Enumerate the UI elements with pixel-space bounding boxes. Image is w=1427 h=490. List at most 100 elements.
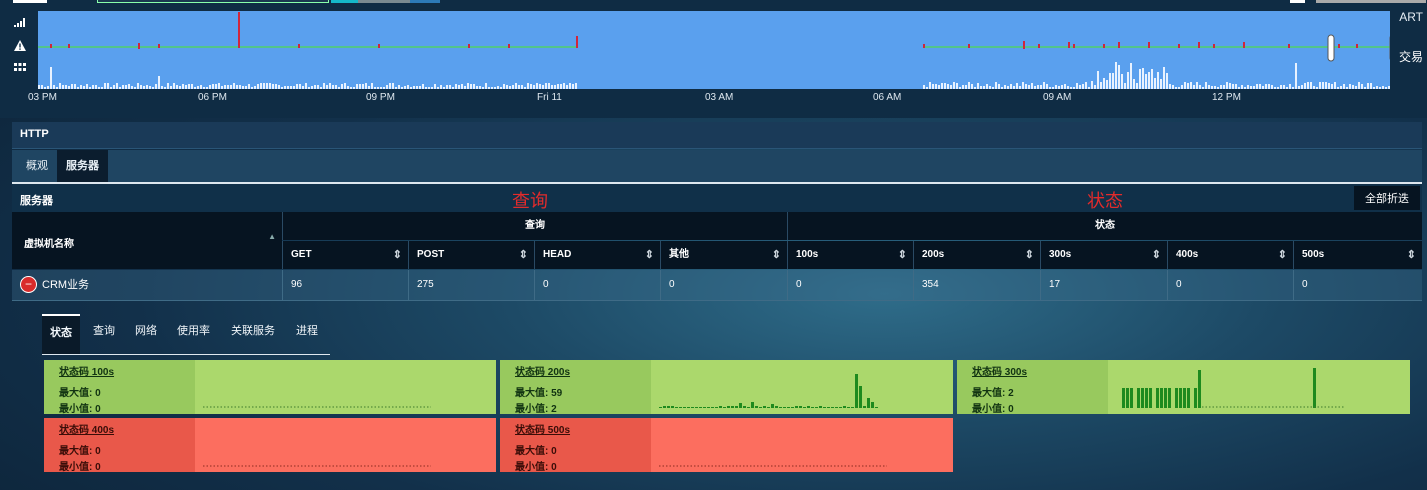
cell-other: 0 <box>660 270 787 300</box>
sparkline-bar <box>1130 388 1133 408</box>
vm-name-cell[interactable]: CRM业务 <box>42 270 89 300</box>
detail-tab-usage[interactable]: 使用率 <box>177 314 210 352</box>
timeline-volume-bar <box>353 87 355 89</box>
timeline-chart[interactable] <box>38 11 1397 89</box>
col-header-500s[interactable]: 500s ⇕ <box>1293 241 1422 269</box>
col-header-200s[interactable]: 200s ⇕ <box>913 241 1040 269</box>
toolbar-menu[interactable] <box>1316 0 1426 3</box>
sort-icon[interactable]: ⇕ <box>1278 241 1287 269</box>
timeline-volume-bar <box>1388 86 1390 89</box>
warning-icon[interactable] <box>10 36 30 54</box>
sort-icon[interactable]: ⇕ <box>772 241 781 269</box>
status-card-400s[interactable]: 状态码 400s 最大值: 0 最小值: 0 <box>44 418 496 473</box>
timeline-volume-bar <box>533 85 535 89</box>
sort-icon[interactable]: ⇕ <box>898 241 907 269</box>
timeline-volume-bar <box>1061 85 1063 89</box>
sparkline-bar <box>675 407 678 408</box>
toolbar-button-3[interactable] <box>358 0 410 3</box>
sparkline-bar <box>835 407 838 408</box>
card-title[interactable]: 状态码 400s <box>59 421 114 436</box>
sparkline-bar <box>691 407 694 408</box>
collapse-row-icon[interactable]: − <box>20 276 37 293</box>
server-section-title: 服务器 <box>20 195 53 207</box>
status-card-200s[interactable]: 状态码 200s 最大值: 59 最小值: 2 <box>500 360 953 415</box>
timeline-volume-bar <box>398 85 400 89</box>
col-header-post[interactable]: POST ⇕ <box>408 241 534 269</box>
col-header-400s[interactable]: 400s ⇕ <box>1167 241 1293 269</box>
detail-tab-network[interactable]: 网络 <box>135 314 157 352</box>
timeline-volume-bar <box>104 83 106 89</box>
cell-post: 275 <box>408 270 534 300</box>
card-info: 状态码 400s 最大值: 0 最小值: 0 <box>44 418 195 473</box>
timeline-volume-bar <box>1178 87 1180 89</box>
timeline-volume-bar <box>1355 86 1357 89</box>
timeline-volume-bar <box>1358 82 1360 89</box>
status-card-100s[interactable]: 状态码 100s 最大值: 0 最小值: 0 <box>44 360 496 415</box>
card-title[interactable]: 状态码 300s <box>972 363 1027 378</box>
tab-servers[interactable]: 服务器 <box>57 150 108 182</box>
detail-tab-query[interactable]: 查询 <box>93 314 115 352</box>
detail-tab-status[interactable]: 状态 <box>42 314 80 354</box>
timeline-volume-bar <box>554 85 556 89</box>
timeline-volume-bar <box>1238 87 1240 89</box>
vm-name-header[interactable]: 虚拟机名称 ▲ <box>12 212 282 269</box>
timeline-volume-bar <box>1097 71 1099 89</box>
timeline-volume-bar <box>935 84 937 89</box>
timeline-volume-bar <box>131 86 133 89</box>
sort-icon[interactable]: ⇕ <box>1025 241 1034 269</box>
card-sparkline <box>651 360 953 414</box>
toolbar-button-4[interactable] <box>410 0 440 3</box>
timeline-error-mark <box>298 44 300 48</box>
timeline-error-mark <box>468 44 470 48</box>
sort-icon[interactable]: ⇕ <box>393 241 402 269</box>
status-card-500s[interactable]: 状态码 500s 最大值: 0 最小值: 0 <box>500 418 953 473</box>
timeline-volume-bar <box>443 87 445 89</box>
search-input[interactable] <box>97 0 329 3</box>
timeline-volume-bar <box>1076 83 1078 89</box>
col-header-get[interactable]: GET ⇕ <box>282 241 408 269</box>
timeline-volume-bar <box>1319 82 1321 89</box>
toolbar-button-5[interactable] <box>1290 0 1305 3</box>
timeline-volume-bar <box>1094 85 1096 89</box>
range-handle-left[interactable] <box>1327 34 1335 62</box>
col-header-other[interactable]: 其他 ⇕ <box>660 241 787 269</box>
timeline-volume-bar <box>1148 72 1150 89</box>
timeline-volume-bar <box>488 87 490 89</box>
status-card-300s[interactable]: 状态码 300s 最大值: 2 最小值: 0 <box>957 360 1410 415</box>
card-title[interactable]: 状态码 100s <box>59 363 114 378</box>
sparkline-bar <box>771 404 774 408</box>
collapse-all-button[interactable]: 全部折迭 <box>1354 186 1420 210</box>
sort-asc-icon[interactable]: ▲ <box>268 232 276 241</box>
timeline-volume-bar <box>536 83 538 89</box>
tab-overview[interactable]: 概观 <box>17 150 57 182</box>
timeline-volume-bar <box>125 85 127 89</box>
sparkline-bar <box>739 403 742 408</box>
col-header-300s[interactable]: 300s ⇕ <box>1040 241 1167 269</box>
timeline-volume-bar <box>260 83 262 89</box>
sort-icon[interactable]: ⇕ <box>1152 241 1161 269</box>
timeline-volume-bar <box>1382 86 1384 89</box>
timeline-volume-bar <box>503 84 505 89</box>
col-header-100s[interactable]: 100s ⇕ <box>787 241 913 269</box>
timeline-volume-bar <box>446 85 448 89</box>
card-title[interactable]: 状态码 500s <box>515 421 570 436</box>
signal-bars-icon[interactable] <box>10 13 30 31</box>
timeline-volume-bar <box>155 84 157 89</box>
timeline-error-mark <box>1288 44 1290 48</box>
sort-icon[interactable]: ⇕ <box>1407 241 1416 269</box>
sparkline-bar <box>795 406 798 408</box>
sort-icon[interactable]: ⇕ <box>519 241 528 269</box>
card-title[interactable]: 状态码 200s <box>515 363 570 378</box>
grid-icon[interactable] <box>10 59 30 77</box>
timeline-volume-bar <box>95 85 97 89</box>
timeline-volume-bar <box>926 87 928 89</box>
timeline-volume-bar <box>1199 85 1201 89</box>
col-header-head[interactable]: HEAD ⇕ <box>534 241 660 269</box>
sparkline-bar <box>1122 388 1125 408</box>
sort-icon[interactable]: ⇕ <box>645 241 654 269</box>
toolbar-button-2[interactable] <box>331 0 358 3</box>
detail-tab-processes[interactable]: 进程 <box>296 314 318 352</box>
toolbar-button-1[interactable] <box>13 0 47 3</box>
timeline-volume-bar <box>167 83 169 89</box>
detail-tab-related-services[interactable]: 关联服务 <box>231 314 275 352</box>
